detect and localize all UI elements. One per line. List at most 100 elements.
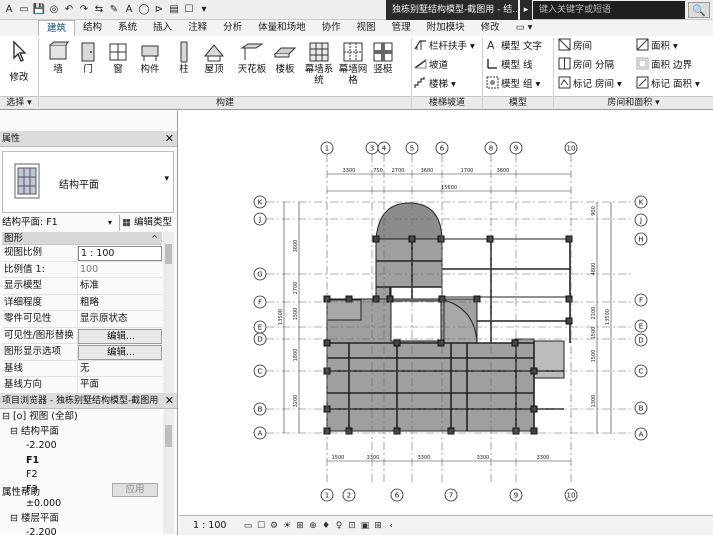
chevron-down-icon[interactable]: ▾ xyxy=(164,174,169,184)
instance-label[interactable]: 结构平面: F1 xyxy=(2,217,58,228)
type-selector[interactable]: 结构平面 ▾ xyxy=(2,151,174,213)
property-row: 基线方向 平面 xyxy=(2,377,162,394)
quick-access-tool[interactable]: ▭ xyxy=(17,2,31,18)
tree-item[interactable]: ⊟ 结构平面 xyxy=(2,425,176,440)
tree-item[interactable]: -2.200 xyxy=(2,439,176,454)
view-control-icon[interactable]: ♦ xyxy=(321,516,331,535)
chevron-down-icon[interactable]: ▾ xyxy=(108,215,112,231)
quick-access-tool[interactable]: ⇆ xyxy=(92,2,106,18)
quick-access-tool[interactable]: ✎ xyxy=(107,2,121,18)
title-expand-arrow[interactable]: ▸ xyxy=(520,0,532,20)
edit-type-button[interactable]: ▦ 编辑类型 xyxy=(119,215,172,231)
ribbon-tab[interactable]: 视图 xyxy=(349,20,384,36)
build-button-wall[interactable]: 墙 xyxy=(44,38,72,94)
view-scale[interactable]: 1 : 100 xyxy=(193,516,226,535)
area-boundary-button[interactable]: 面积 边界 xyxy=(636,57,692,74)
railing-button[interactable]: 栏杆扶手 ▾ xyxy=(414,38,475,55)
collapse-icon[interactable]: ^ xyxy=(151,232,158,245)
view-control-icon[interactable]: ♀ xyxy=(334,516,344,535)
view-control-icon[interactable]: ‹ xyxy=(386,516,396,535)
tree-item[interactable]: -2.200 xyxy=(2,526,176,535)
quick-access-tool[interactable]: ◯ xyxy=(137,2,151,18)
quick-access-tool[interactable]: ↷ xyxy=(77,2,91,18)
scroll-thumb[interactable] xyxy=(165,425,172,447)
view-control-icon[interactable]: ⚙ xyxy=(269,516,279,535)
quick-access-tool[interactable]: ◎ xyxy=(47,2,61,18)
room-button[interactable]: 房间 xyxy=(558,38,592,55)
ribbon-tab[interactable]: 分析 xyxy=(215,20,250,36)
tree-item[interactable]: ⊟ 楼层平面 xyxy=(2,512,176,527)
view-control-icon[interactable]: ⊞ xyxy=(295,516,305,535)
ribbon-tab[interactable]: 协作 xyxy=(314,20,349,36)
quick-access-tool[interactable]: ▤ xyxy=(167,2,181,18)
ramp-button[interactable]: 坡道 xyxy=(414,57,448,74)
tree-item[interactable]: F3 xyxy=(2,483,176,498)
quick-access-tool[interactable]: ⊳ xyxy=(152,2,166,18)
build-button-floor[interactable]: 楼板 xyxy=(270,38,300,94)
property-value[interactable]: 无 xyxy=(78,361,162,377)
build-button-roof[interactable]: 屋顶 xyxy=(199,38,229,94)
search-input[interactable]: 键入关键字或短语 xyxy=(533,1,685,19)
build-button-mullion[interactable]: 竖梃 xyxy=(369,38,397,94)
build-button-curtain-system[interactable]: 幕墙系统 xyxy=(303,38,335,94)
tag-area-button[interactable]: 标记 面积 ▾ xyxy=(636,76,700,93)
tree-item[interactable]: F1 xyxy=(2,454,176,469)
model-group-button[interactable]: 模型 组 ▾ xyxy=(486,76,540,93)
ribbon-tab[interactable]: 结构 xyxy=(75,20,110,36)
ribbon-tab[interactable]: ▭ ▾ xyxy=(508,20,541,36)
tree-item[interactable]: ±0.000 xyxy=(2,497,176,512)
view-control-icon[interactable]: ⊕ xyxy=(308,516,318,535)
modify-button[interactable]: 修改 xyxy=(4,38,34,94)
tree-item[interactable]: F2 xyxy=(2,468,176,483)
ribbon-tab[interactable]: 系统 xyxy=(110,20,145,36)
view-control-icon[interactable]: ☐ xyxy=(256,516,266,535)
close-icon[interactable]: ✕ xyxy=(165,131,174,147)
quick-access-tool[interactable]: ☐ xyxy=(182,2,196,18)
ribbon-tab[interactable]: 建筑 xyxy=(38,20,76,36)
close-icon[interactable]: ✕ xyxy=(165,393,174,409)
build-button-door[interactable]: 门 xyxy=(76,38,100,94)
select-panel-label[interactable]: 选择 ▾ xyxy=(0,96,38,109)
model-line-button[interactable]: 模型 线 xyxy=(486,57,533,74)
property-value[interactable]: 编辑... xyxy=(78,328,162,344)
quick-access-tool[interactable]: 💾 xyxy=(32,2,46,18)
ribbon-tab[interactable]: 管理 xyxy=(384,20,419,36)
tree-item[interactable]: ⊟ [o] 视图 (全部) xyxy=(2,410,176,425)
tag-room-button[interactable]: 标记 房间 ▾ xyxy=(558,76,622,93)
scroll-thumb[interactable] xyxy=(165,244,172,264)
search-icon[interactable]: 🔍 xyxy=(688,2,710,18)
property-value[interactable]: 1 : 100 xyxy=(78,246,162,261)
room-separator-button[interactable]: 房间 分隔 xyxy=(558,57,614,74)
property-value[interactable]: 粗略 xyxy=(78,295,162,311)
build-button-component[interactable]: 构件 xyxy=(135,38,165,94)
build-button-column[interactable]: 柱 xyxy=(172,38,196,94)
ribbon-tab[interactable]: 体量和场地 xyxy=(250,20,314,36)
view-control-icon[interactable]: ▣ xyxy=(360,516,370,535)
room-panel-label[interactable]: 房间和面积 ▾ xyxy=(554,96,713,109)
view-control-icon[interactable]: ⊡ xyxy=(347,516,357,535)
build-button-label: 竖梃 xyxy=(373,64,393,75)
build-button-curtain-grid[interactable]: 幕墙网格 xyxy=(337,38,369,94)
area-button[interactable]: 面积 ▾ xyxy=(636,38,678,55)
ribbon-tab[interactable]: 注释 xyxy=(180,20,215,36)
ribbon-tab[interactable]: 修改 xyxy=(473,20,508,36)
property-value[interactable]: 显示原状态 xyxy=(78,311,162,327)
build-button-window[interactable]: 窗 xyxy=(104,38,132,94)
property-value[interactable]: 标准 xyxy=(78,278,162,294)
drawing-canvas[interactable]: 1 3 4 5 6 8 9 10 1 2 6 7 9 10 K J G F E D C B A K J H F E D C B A 3300 75… xyxy=(179,111,713,515)
view-control-icon[interactable]: ☀ xyxy=(282,516,292,535)
ribbon-tab[interactable]: 插入 xyxy=(145,20,180,36)
view-control-icon[interactable]: ⊞ xyxy=(373,516,383,535)
quick-access-tool[interactable]: A xyxy=(2,2,16,18)
quick-access-tool[interactable]: ▾ xyxy=(197,2,211,18)
property-value[interactable]: 编辑... xyxy=(78,345,162,360)
browser-scrollbar[interactable] xyxy=(163,423,174,534)
stair-button[interactable]: 楼梯 ▾ xyxy=(414,76,456,93)
quick-access-tool[interactable]: A xyxy=(122,2,136,18)
quick-access-tool[interactable]: ↶ xyxy=(62,2,76,18)
build-button-ceiling[interactable]: 天花板 xyxy=(235,38,269,94)
model-text-button[interactable]: A 模型 文字 xyxy=(486,38,542,55)
ribbon-tab[interactable]: 附加模块 xyxy=(419,20,473,36)
graphics-section[interactable]: 图形 ^ xyxy=(2,232,162,245)
view-control-icon[interactable]: ▭ xyxy=(243,516,253,535)
